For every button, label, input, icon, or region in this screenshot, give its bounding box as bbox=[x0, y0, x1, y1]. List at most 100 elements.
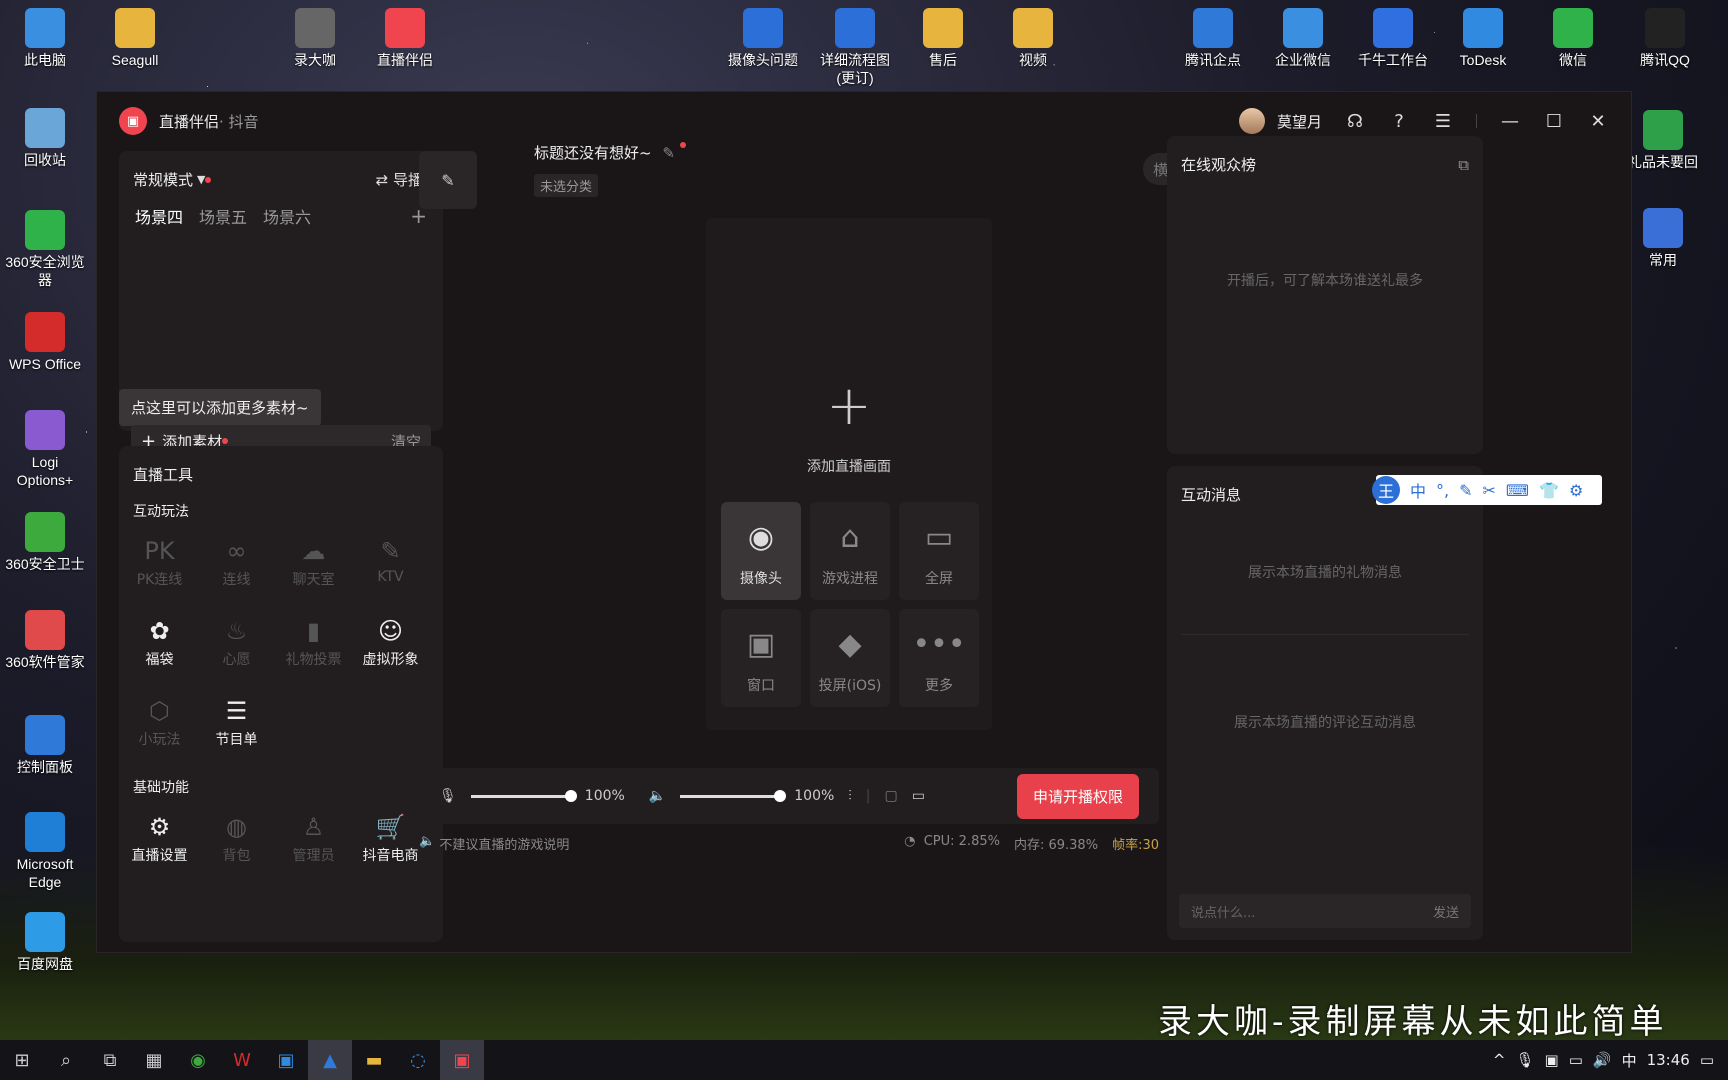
desktop-icon[interactable]: 摄像头问题 bbox=[720, 8, 806, 70]
desktop-icon[interactable]: 千牛工作台 bbox=[1350, 8, 1436, 70]
source-item[interactable]: ••• 更多 bbox=[899, 609, 979, 707]
user-name[interactable]: 莫望月 bbox=[1277, 111, 1322, 132]
tool-item[interactable]: ☰ 节目单 bbox=[198, 693, 275, 773]
desktop-icon[interactable]: 360安全浏览器 bbox=[2, 210, 88, 289]
tool-item[interactable]: ☺ 虚拟形象 bbox=[352, 613, 429, 693]
help-icon[interactable]: ? bbox=[1388, 111, 1410, 132]
source-item[interactable]: ◆ 投屏(iOS) bbox=[810, 609, 890, 707]
menu-icon[interactable]: ☰ bbox=[1432, 111, 1454, 132]
desktop-icon[interactable]: 360安全卫士 bbox=[2, 512, 88, 574]
desktop-icon[interactable]: 录大咖 bbox=[272, 8, 358, 70]
mic-icon[interactable]: 🎙 bbox=[1515, 1051, 1534, 1069]
browser-icon[interactable]: ◉ bbox=[176, 1040, 220, 1080]
mixer-icon[interactable]: ⫶ bbox=[848, 788, 852, 804]
add-plus-icon[interactable]: + bbox=[706, 374, 992, 437]
desktop-icon[interactable]: 360软件管家 bbox=[2, 610, 88, 672]
speaker-icon[interactable]: 🔈 bbox=[649, 788, 666, 804]
desktop-icon[interactable]: 腾讯企点 bbox=[1170, 8, 1256, 70]
desktop-icon[interactable]: 企业微信 bbox=[1260, 8, 1346, 70]
desktop-icon[interactable]: 礼品未要回 bbox=[1620, 110, 1706, 172]
add-scene-label[interactable]: 添加直播画面 bbox=[706, 456, 992, 476]
keyboard-icon[interactable]: ⌨ bbox=[1506, 481, 1529, 500]
send-button[interactable]: 发送 bbox=[1433, 902, 1459, 921]
tool-item[interactable]: ✿ 福袋 bbox=[121, 613, 198, 693]
speaker-slider[interactable] bbox=[680, 789, 787, 802]
volume-icon[interactable]: 🔊 bbox=[1593, 1051, 1612, 1069]
ime-lang[interactable]: 中 bbox=[1410, 478, 1426, 502]
user-avatar[interactable] bbox=[1238, 108, 1265, 134]
edit-cover-icon[interactable]: ✎ bbox=[419, 151, 477, 209]
task-view-icon[interactable]: ⧉ bbox=[88, 1040, 132, 1080]
tool-item[interactable]: ⬡ 小玩法 bbox=[121, 693, 198, 773]
desktop-icon[interactable]: 控制面板 bbox=[2, 715, 88, 777]
maximize-icon[interactable]: ☐ bbox=[1543, 111, 1565, 132]
tool-item[interactable]: ♙ 管理员 bbox=[275, 809, 352, 889]
skin-icon[interactable]: 👕 bbox=[1539, 481, 1559, 500]
desktop-icon[interactable]: Microsoft Edge bbox=[2, 812, 88, 891]
desktop-icon[interactable]: 此电脑 bbox=[2, 8, 88, 70]
calculator-icon[interactable]: ▦ bbox=[132, 1040, 176, 1080]
desktop-icon[interactable]: 常用 bbox=[1620, 208, 1706, 270]
tool-item[interactable]: ◍ 背包 bbox=[198, 809, 275, 889]
video-icon[interactable]: ▭ bbox=[912, 788, 925, 804]
source-item[interactable]: ◉ 摄像头 bbox=[721, 502, 801, 600]
tray-app-icon[interactable]: ▣ bbox=[1545, 1051, 1559, 1069]
punctuation-icon[interactable]: °, bbox=[1436, 481, 1449, 500]
desktop-icon[interactable]: 视频 bbox=[990, 8, 1076, 70]
folder-icon[interactable]: ▬ bbox=[352, 1040, 396, 1080]
gear-icon[interactable]: ⚙ bbox=[1569, 481, 1583, 500]
headset-icon[interactable]: ☊ bbox=[1344, 111, 1366, 132]
chat-input[interactable]: 说点什么... 发送 bbox=[1179, 894, 1471, 928]
popout-icon[interactable]: ⧉ bbox=[1458, 156, 1469, 174]
ime-logo[interactable]: 王 bbox=[1372, 476, 1400, 504]
tool-item[interactable]: ☁ 聊天室 bbox=[275, 533, 352, 613]
desktop-icon[interactable]: Seagull bbox=[92, 8, 178, 70]
desktop-icon[interactable]: 百度网盘 bbox=[2, 912, 88, 974]
tool-item[interactable]: ⚙ 直播设置 bbox=[121, 809, 198, 889]
minimize-icon[interactable]: — bbox=[1499, 111, 1521, 132]
source-item[interactable]: ⌂ 游戏进程 bbox=[810, 502, 890, 600]
chevron-up-icon[interactable]: ^ bbox=[1493, 1051, 1506, 1069]
desktop-icon[interactable]: ToDesk bbox=[1440, 8, 1526, 70]
clock[interactable]: 13:46 bbox=[1647, 1051, 1690, 1069]
scene-tab[interactable]: 场景六 bbox=[263, 204, 311, 228]
live-icon[interactable]: ▣ bbox=[440, 1040, 484, 1080]
scissors-icon[interactable]: ✂ bbox=[1483, 481, 1496, 500]
todesk-icon[interactable]: ▣ bbox=[264, 1040, 308, 1080]
desktop-icon[interactable]: WPS Office bbox=[2, 312, 88, 374]
desktop-icon[interactable]: 微信 bbox=[1530, 8, 1616, 70]
wecom-icon[interactable]: ◌ bbox=[396, 1040, 440, 1080]
qidian-icon[interactable]: ▲ bbox=[308, 1040, 352, 1080]
tool-item[interactable]: ▮ 礼物投票 bbox=[275, 613, 352, 693]
desktop-icon[interactable]: Logi Options+ bbox=[2, 410, 88, 489]
network-icon[interactable]: ▭ bbox=[1569, 1051, 1583, 1069]
edit-title-icon[interactable]: ✎ bbox=[662, 144, 675, 162]
category-tag[interactable]: 未选分类 bbox=[534, 174, 599, 197]
input-lang[interactable]: 中 bbox=[1622, 1050, 1637, 1071]
search-icon[interactable]: ⌕ bbox=[44, 1040, 88, 1080]
notification-icon[interactable]: ▭ bbox=[1700, 1051, 1714, 1069]
tool-item[interactable]: 🛒 抖音电商 bbox=[352, 809, 429, 889]
start-icon[interactable]: ⊞ bbox=[0, 1040, 44, 1080]
desktop-icon[interactable]: 腾讯QQ bbox=[1622, 8, 1708, 70]
source-item[interactable]: ▭ 全屏 bbox=[899, 502, 979, 600]
apply-live-button[interactable]: 申请开播权限 bbox=[1016, 773, 1139, 819]
desktop-icon[interactable]: 回收站 bbox=[2, 108, 88, 170]
desktop-icon[interactable]: 售后 bbox=[900, 8, 986, 70]
stream-title[interactable]: 标题还没有想好~ bbox=[534, 144, 652, 162]
tool-item[interactable]: ∞ 连线 bbox=[198, 533, 275, 613]
mic-icon[interactable]: 🎙 bbox=[439, 788, 457, 804]
source-item[interactable]: ▣ 窗口 bbox=[721, 609, 801, 707]
mode-select[interactable]: 常规模式 bbox=[133, 169, 193, 190]
tool-item[interactable]: ✎ KTV bbox=[352, 533, 429, 613]
desktop-icon[interactable]: 直播伴侣 bbox=[362, 8, 448, 70]
guide-button[interactable]: ⇄ 导播 bbox=[376, 169, 423, 190]
scene-tab[interactable]: 场景四 bbox=[135, 204, 183, 228]
desktop-icon[interactable]: 详细流程图(更订) bbox=[812, 8, 898, 87]
tool-item[interactable]: ♨ 心愿 bbox=[198, 613, 275, 693]
screen-record-icon[interactable]: ▢ bbox=[885, 788, 898, 804]
pen-icon[interactable]: ✎ bbox=[1459, 481, 1472, 500]
wps-icon[interactable]: W bbox=[220, 1040, 264, 1080]
scene-tab[interactable]: 场景五 bbox=[199, 204, 247, 228]
mic-slider[interactable] bbox=[470, 789, 577, 802]
